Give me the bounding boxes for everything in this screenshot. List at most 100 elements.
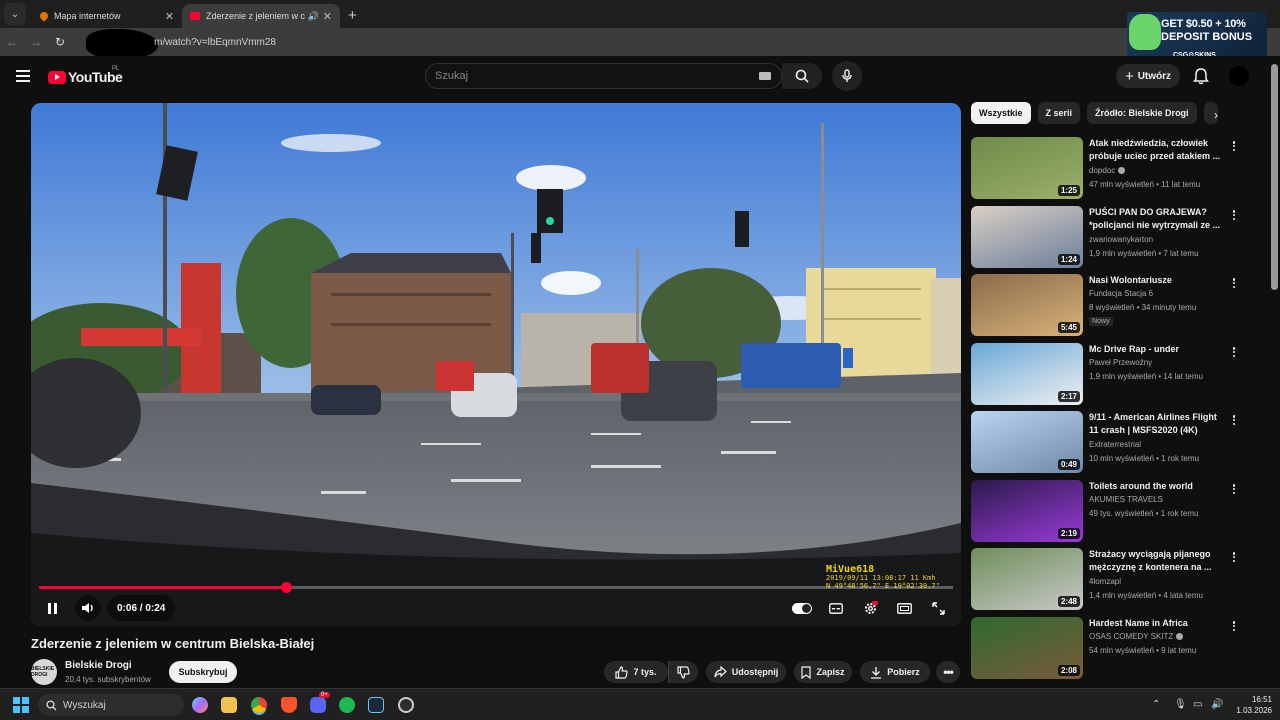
channel-name[interactable]: Bielskie Drogi [65, 660, 132, 671]
steam-icon[interactable] [368, 697, 384, 713]
download-button[interactable]: Pobierz [860, 661, 930, 683]
network-icon[interactable]: ▭ [1193, 699, 1202, 710]
progress-bar[interactable] [39, 582, 953, 593]
theater-mode-button[interactable] [891, 595, 917, 621]
channel-name[interactable]: 4lomzapl [1089, 577, 1121, 586]
video-thumbnail[interactable]: 0:49 [971, 411, 1083, 473]
settings-button[interactable] [857, 595, 883, 621]
recommendation-item[interactable]: 5:45 Nasi Wolontariusze Fundacja Stacja 6 8… [971, 274, 1251, 336]
chip-series[interactable]: Z serii [1037, 102, 1081, 124]
more-vertical-icon[interactable] [1229, 482, 1239, 496]
recommendation-item[interactable]: 2:17 Mc Drive Rap - under Paweł Przewoźny 1… [971, 343, 1251, 405]
close-icon[interactable]: ✕ [323, 10, 332, 23]
taskbar-clock[interactable]: 16:51 1.03.2026 [1232, 694, 1272, 716]
close-icon[interactable]: ✕ [165, 10, 174, 23]
volume-button[interactable] [75, 595, 101, 621]
video-thumbnail[interactable]: 1:25 [971, 137, 1083, 199]
channel-name[interactable]: Fundacja Stacja 6 [1089, 289, 1153, 298]
search-button[interactable] [782, 63, 822, 89]
windows-start-icon[interactable] [13, 697, 29, 713]
more-vertical-icon[interactable] [1229, 413, 1239, 427]
page-scrollbar[interactable] [1271, 64, 1278, 290]
chevron-right-icon[interactable]: › [1214, 108, 1218, 122]
scrubber-handle[interactable] [280, 582, 292, 593]
video-title-link[interactable]: PUŚCI PAN DO GRAJEWA? *policjanci nie wy… [1089, 206, 1224, 232]
channel-avatar[interactable]: BIELSKIE DROGI [31, 659, 57, 685]
channel-name[interactable]: OSAS COMEDY SKITZ [1089, 632, 1184, 641]
reload-icon[interactable]: ↻ [48, 35, 72, 49]
save-button[interactable]: Zapisz [794, 661, 852, 683]
ad-banner[interactable]: GET $0.50 + 10% DEPOSIT BONUS CSG⚙SKINS [1127, 12, 1267, 62]
bookmark-icon [801, 665, 812, 679]
more-vertical-icon[interactable] [1229, 139, 1239, 153]
brave-icon[interactable] [281, 697, 297, 713]
video-title-link[interactable]: 9/11 - American Airlines Flight 11 crash… [1089, 411, 1224, 437]
recommendation-item[interactable]: 1:25 Atak niedźwiedzia, człowiek próbuje … [971, 137, 1251, 199]
tray-chevron-icon[interactable]: ⌃ [1152, 699, 1160, 710]
recommendation-item[interactable]: 2:19 Toilets around the world AKUMIES TRAV… [971, 480, 1251, 542]
file-explorer-icon[interactable] [221, 697, 237, 713]
more-vertical-icon[interactable] [1229, 276, 1239, 290]
tray-mic-icon[interactable]: 🎙 [1174, 699, 1187, 710]
channel-name[interactable]: Extraterrestrial [1089, 440, 1141, 449]
share-button[interactable]: Udostępnij [706, 661, 786, 683]
more-vertical-icon[interactable] [1229, 345, 1239, 359]
fullscreen-button[interactable] [925, 595, 951, 621]
recommendation-item[interactable]: 2:48 Strażacy wyciągają pijanego mężczyzn… [971, 548, 1251, 610]
recommendation-item[interactable]: 1:24 PUŚCI PAN DO GRAJEWA? *policjanci ni… [971, 206, 1251, 268]
url-field[interactable]: m/watch?v=lbEqmnVmm28 [86, 25, 276, 59]
subscribe-button[interactable]: Subskrybuj [169, 661, 237, 683]
more-vertical-icon[interactable] [1229, 208, 1239, 222]
chrome-icon[interactable] [251, 697, 267, 713]
recommendation-item[interactable]: 2:08 Hardest Name in Africa OSAS COMEDY SK… [971, 617, 1251, 679]
search-input[interactable]: Szukaj [425, 63, 782, 89]
copilot-icon[interactable] [192, 697, 208, 713]
spotify-icon[interactable] [339, 697, 355, 713]
back-icon[interactable]: ← [0, 35, 24, 49]
channel-name[interactable]: Paweł Przewoźny [1089, 358, 1152, 367]
chip-source[interactable]: Źródło: Bielskie Drogi [1087, 102, 1197, 124]
new-tab-button[interactable]: + [348, 7, 357, 24]
like-button[interactable]: 7 tys. [604, 661, 668, 683]
forward-icon[interactable]: → [24, 35, 48, 49]
channel-name[interactable]: zwariowanykarton [1089, 235, 1153, 244]
more-vertical-icon[interactable] [1229, 550, 1239, 564]
create-button[interactable]: + Utwórz [1116, 64, 1180, 88]
youtube-logo[interactable]: YouTube PL [48, 66, 123, 85]
video-thumbnail[interactable]: 2:17 [971, 343, 1083, 405]
speaker-icon[interactable]: 🔊 [308, 11, 319, 22]
video-player[interactable]: MiVue618 2019/09/11 13:08:17 11 Kmh N 49… [31, 103, 961, 626]
video-thumbnail[interactable]: 2:48 [971, 548, 1083, 610]
channel-name[interactable]: dopdoc [1089, 166, 1126, 175]
channel-name[interactable]: AKUMIES TRAVELS [1089, 495, 1163, 504]
recommendation-item[interactable]: 0:49 9/11 - American Airlines Flight 11 c… [971, 411, 1251, 473]
video-thumbnail[interactable]: 5:45 [971, 274, 1083, 336]
tab-search-button[interactable]: ⌄ [4, 3, 26, 25]
video-thumbnail[interactable]: 1:24 [971, 206, 1083, 268]
video-title-link[interactable]: Mc Drive Rap - under [1089, 343, 1224, 356]
video-thumbnail[interactable]: 2:19 [971, 480, 1083, 542]
more-actions-button[interactable]: ••• [936, 661, 960, 683]
video-title-link[interactable]: Strażacy wyciągają pijanego mężczyznę z … [1089, 548, 1224, 574]
subtitles-button[interactable] [823, 595, 849, 621]
discord-icon[interactable]: 9+ [310, 692, 330, 713]
pause-button[interactable] [39, 595, 65, 621]
account-avatar[interactable] [1229, 66, 1249, 86]
video-title-link[interactable]: Nasi Wolontariusze [1089, 274, 1224, 287]
autoplay-toggle[interactable] [789, 595, 815, 621]
voice-search-button[interactable] [832, 61, 862, 91]
github-desktop-icon[interactable] [398, 697, 414, 713]
video-title-link[interactable]: Atak niedźwiedzia, człowiek próbuje ucie… [1089, 137, 1224, 163]
chip-all[interactable]: Wszystkie [971, 102, 1031, 124]
bell-icon[interactable] [1192, 67, 1210, 85]
menu-icon[interactable] [16, 70, 30, 82]
more-vertical-icon[interactable] [1229, 619, 1239, 633]
video-title-link[interactable]: Toilets around the world [1089, 480, 1224, 493]
speaker-icon[interactable]: 🔊 [1211, 699, 1223, 710]
video-thumbnail[interactable]: 2:08 [971, 617, 1083, 679]
dislike-button[interactable] [668, 661, 698, 683]
taskbar-search[interactable]: Wyszukaj [38, 694, 184, 716]
youtube-play-icon [48, 70, 66, 84]
video-title-link[interactable]: Hardest Name in Africa [1089, 617, 1224, 630]
keyboard-icon[interactable] [759, 72, 771, 80]
